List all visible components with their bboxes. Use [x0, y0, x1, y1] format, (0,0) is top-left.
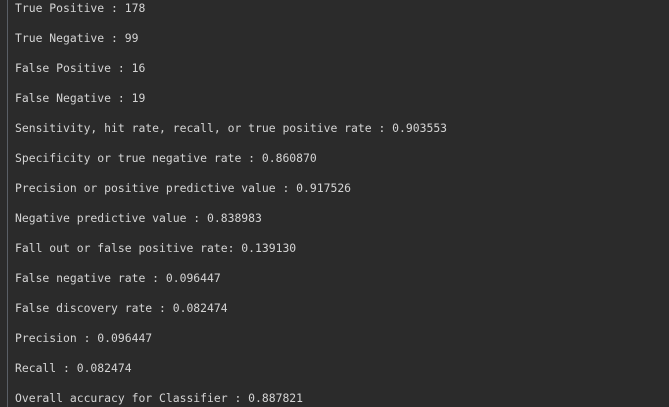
console-line: Precision or positive predictive value :… — [15, 181, 352, 195]
console-output-panel[interactable]: True Positive : 178 True Negative : 99 F… — [0, 0, 669, 407]
console-line: True Negative : 99 — [15, 31, 139, 45]
console-line: False negative rate : 0.096447 — [15, 271, 221, 285]
console-line: Specificity or true negative rate : 0.86… — [15, 151, 317, 165]
console-line: Negative predictive value : 0.838983 — [15, 211, 262, 225]
console-line: False Positive : 16 — [15, 61, 146, 75]
console-line: False discovery rate : 0.082474 — [15, 301, 228, 315]
console-line: Recall : 0.082474 — [15, 361, 132, 375]
gutter-divider — [7, 0, 8, 407]
console-line: Overall accuracy for Classifier : 0.8878… — [15, 391, 304, 405]
console-line: True Positive : 178 — [15, 1, 146, 15]
console-line: Sensitivity, hit rate, recall, or true p… — [15, 121, 448, 135]
console-output: True Positive : 178 True Negative : 99 F… — [15, 1, 669, 407]
console-line: False Negative : 19 — [15, 91, 146, 105]
console-line: Precision : 0.096447 — [15, 331, 153, 345]
console-line: Fall out or false positive rate: 0.13913… — [15, 241, 297, 255]
